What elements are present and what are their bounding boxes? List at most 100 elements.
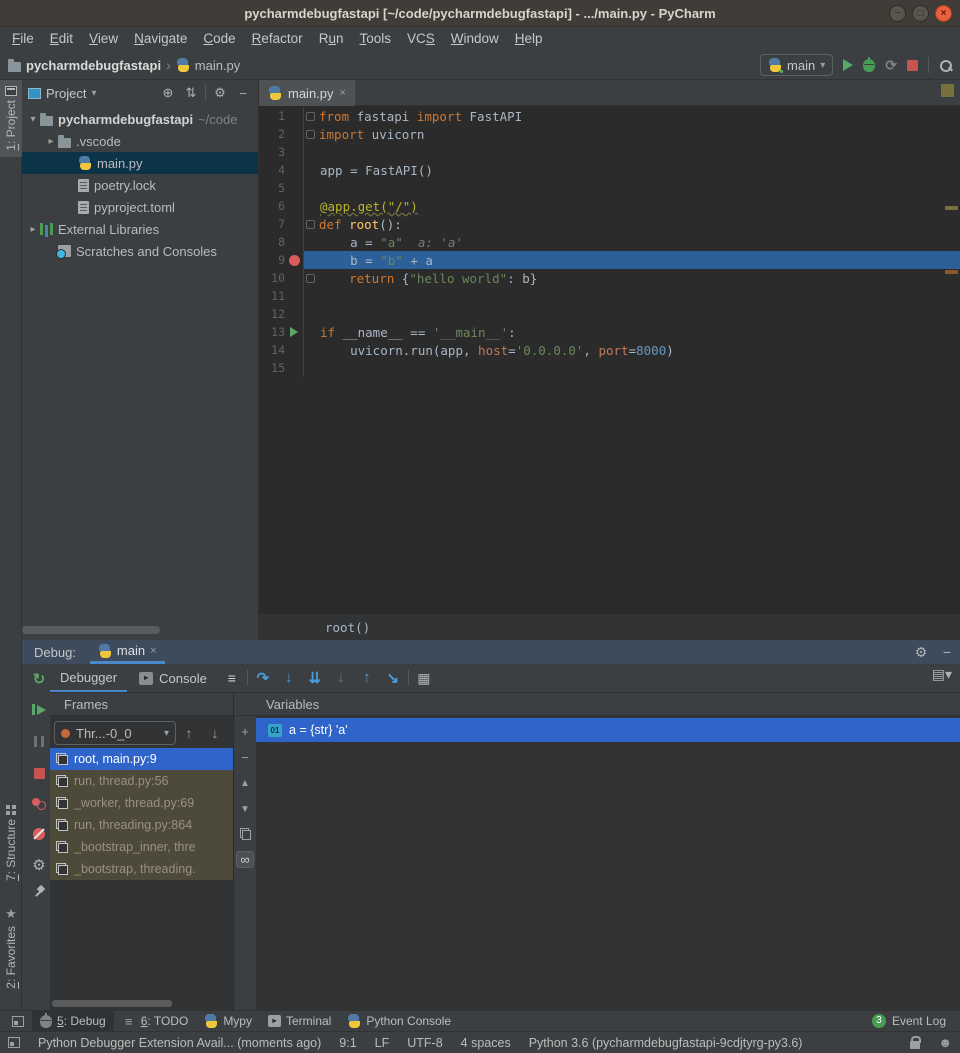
code-line-9[interactable]: 9 b = "b" + a bbox=[259, 251, 960, 269]
search-icon[interactable] bbox=[939, 59, 952, 72]
code-line-11[interactable]: 11 bbox=[259, 287, 960, 305]
stop-button[interactable] bbox=[907, 60, 918, 71]
close-button[interactable]: × bbox=[935, 5, 952, 22]
menu-vcs[interactable]: VCS bbox=[399, 27, 443, 51]
restore-layout-icon[interactable]: ▤▾ bbox=[932, 666, 952, 683]
debug-session-tab[interactable]: main × bbox=[90, 640, 165, 664]
tool-window-toggle-icon[interactable] bbox=[12, 1016, 24, 1027]
tree-row-pycharmdebugfastapi[interactable]: ▾pycharmdebugfastapi~/code bbox=[22, 108, 258, 130]
profiler-button[interactable]: ⟳ bbox=[885, 57, 897, 74]
status-item-1[interactable]: 9:1 bbox=[339, 1036, 356, 1050]
tool-window-tab-6-todo[interactable]: ≡6: TODO bbox=[114, 1011, 197, 1032]
expand-arrow-icon[interactable]: ▸ bbox=[26, 224, 40, 235]
status-item-3[interactable]: UTF-8 bbox=[407, 1036, 442, 1050]
gutter[interactable]: 12 bbox=[259, 305, 303, 323]
menu-file[interactable]: File bbox=[4, 27, 42, 51]
tree-row-pyproject-toml[interactable]: pyproject.toml bbox=[22, 196, 258, 218]
lock-icon[interactable] bbox=[910, 1041, 920, 1049]
code-line-15[interactable]: 15 bbox=[259, 359, 960, 377]
layout-options-icon[interactable]: ≡ bbox=[219, 670, 245, 686]
event-log-button[interactable]: 3 Event Log bbox=[872, 1014, 960, 1028]
fold-marker-icon[interactable] bbox=[306, 220, 315, 229]
menu-refactor[interactable]: Refactor bbox=[244, 27, 311, 51]
minimize-button[interactable]: − bbox=[889, 5, 906, 22]
close-tab-icon[interactable]: × bbox=[340, 87, 346, 99]
evaluate-expression-icon[interactable]: ▦ bbox=[411, 670, 437, 687]
debug-button[interactable] bbox=[863, 59, 875, 72]
tree-row-external-libraries[interactable]: ▸External Libraries bbox=[22, 218, 258, 240]
frame-row[interactable]: run, threading.py:864 bbox=[50, 814, 233, 836]
run-button[interactable] bbox=[843, 59, 853, 71]
status-item-0[interactable]: Python Debugger Extension Avail... (mome… bbox=[38, 1036, 321, 1050]
gutter[interactable]: 7 bbox=[259, 215, 303, 233]
breadcrumb-project[interactable]: pycharmdebugfastapi bbox=[26, 58, 161, 73]
move-down-icon[interactable]: ▼ bbox=[240, 802, 250, 817]
resume-icon[interactable] bbox=[28, 704, 50, 715]
fold-marker-icon[interactable] bbox=[306, 274, 315, 283]
tab-debugger[interactable]: Debugger bbox=[50, 664, 127, 692]
code-line-10[interactable]: 10 return {"hello world": b} bbox=[259, 269, 960, 287]
code-line-4[interactable]: 4app = FastAPI() bbox=[259, 161, 960, 179]
view-breakpoints-icon[interactable] bbox=[28, 798, 50, 810]
expand-arrow-icon[interactable]: ▾ bbox=[26, 114, 40, 125]
tree-row-main-py[interactable]: main.py bbox=[22, 152, 258, 174]
frame-row[interactable]: _bootstrap, threading. bbox=[50, 858, 233, 880]
run-to-cursor-icon[interactable]: ↘ bbox=[380, 669, 406, 687]
thread-dropdown[interactable]: Thr...-0_0 ▾ bbox=[54, 721, 176, 745]
editor-tab-mainpy[interactable]: main.py × bbox=[259, 80, 355, 106]
menu-help[interactable]: Help bbox=[507, 27, 551, 51]
move-up-icon[interactable]: ▲ bbox=[240, 776, 250, 791]
gutter[interactable]: 2 bbox=[259, 125, 303, 143]
step-into-my-code-icon[interactable]: ⇊ bbox=[302, 669, 328, 687]
maximize-button[interactable]: □ bbox=[912, 5, 929, 22]
inspections-hector-icon[interactable]: ☻ bbox=[938, 1035, 952, 1050]
tool-window-tab-python-console[interactable]: Python Console bbox=[339, 1011, 459, 1032]
frame-row[interactable]: run, thread.py:56 bbox=[50, 770, 233, 792]
frame-row[interactable]: _bootstrap_inner, thre bbox=[50, 836, 233, 858]
inspection-status-indicator[interactable] bbox=[941, 84, 954, 97]
mute-breakpoints-icon[interactable] bbox=[28, 828, 50, 840]
status-item-5[interactable]: Python 3.6 (pycharmdebugfastapi-9cdjtyrg… bbox=[529, 1036, 803, 1050]
frame-row[interactable]: root, main.py:9 bbox=[50, 748, 233, 770]
rerun-icon[interactable]: ↻ bbox=[28, 670, 50, 688]
fold-marker-icon[interactable] bbox=[306, 112, 315, 121]
gutter[interactable]: 4 bbox=[259, 161, 303, 179]
menu-window[interactable]: Window bbox=[443, 27, 507, 51]
variable-row[interactable]: 01a = {str} 'a' bbox=[256, 718, 960, 742]
code-line-5[interactable]: 5 bbox=[259, 179, 960, 197]
step-into-icon[interactable]: ↓ bbox=[276, 669, 302, 687]
show-watches-icon[interactable]: ∞ bbox=[236, 851, 254, 868]
warning-stripe-mark[interactable] bbox=[945, 206, 958, 210]
breadcrumb-function[interactable]: root() bbox=[325, 620, 370, 635]
menu-run[interactable]: Run bbox=[311, 27, 352, 51]
breadcrumb-file[interactable]: main.py bbox=[195, 58, 241, 73]
run-arrow-icon[interactable] bbox=[285, 323, 303, 341]
code-line-1[interactable]: 1from fastapi import FastAPI bbox=[259, 107, 960, 125]
add-watch-icon[interactable]: + bbox=[241, 724, 249, 739]
previous-frame-icon[interactable]: ↑ bbox=[176, 725, 202, 741]
close-session-icon[interactable]: × bbox=[150, 645, 156, 657]
gutter[interactable]: 15 bbox=[259, 359, 303, 377]
project-scrollbar[interactable] bbox=[22, 626, 160, 634]
stripe-tab--favorites[interactable]: ★2: Favorites bbox=[0, 900, 22, 995]
tree-row-poetry-lock[interactable]: poetry.lock bbox=[22, 174, 258, 196]
gear-icon[interactable]: ⚙ bbox=[908, 644, 934, 661]
breakpoint-icon[interactable] bbox=[285, 251, 303, 269]
stripe-tab--project[interactable]: 1: Project bbox=[0, 80, 22, 157]
pin-icon[interactable] bbox=[28, 886, 50, 898]
code-line-2[interactable]: 2import uvicorn bbox=[259, 125, 960, 143]
gutter[interactable]: 11 bbox=[259, 287, 303, 305]
code-line-12[interactable]: 12 bbox=[259, 305, 960, 323]
chevron-down-icon[interactable]: ▾ bbox=[91, 88, 96, 99]
breakpoint-stripe-mark[interactable] bbox=[945, 270, 958, 274]
gutter[interactable]: 13 bbox=[259, 323, 303, 341]
gutter[interactable]: 10 bbox=[259, 269, 303, 287]
code-area[interactable]: 1from fastapi import FastAPI2import uvic… bbox=[259, 107, 960, 613]
tree-row-scratches-and-consoles[interactable]: Scratches and Consoles bbox=[22, 240, 258, 262]
status-item-4[interactable]: 4 spaces bbox=[461, 1036, 511, 1050]
hide-panel-icon[interactable]: − bbox=[234, 86, 252, 101]
gutter[interactable]: 3 bbox=[259, 143, 303, 161]
hide-panel-icon[interactable]: − bbox=[934, 644, 960, 660]
remove-watch-icon[interactable]: − bbox=[241, 750, 249, 765]
debug-settings-gear-icon[interactable]: ⚙ bbox=[28, 856, 50, 874]
